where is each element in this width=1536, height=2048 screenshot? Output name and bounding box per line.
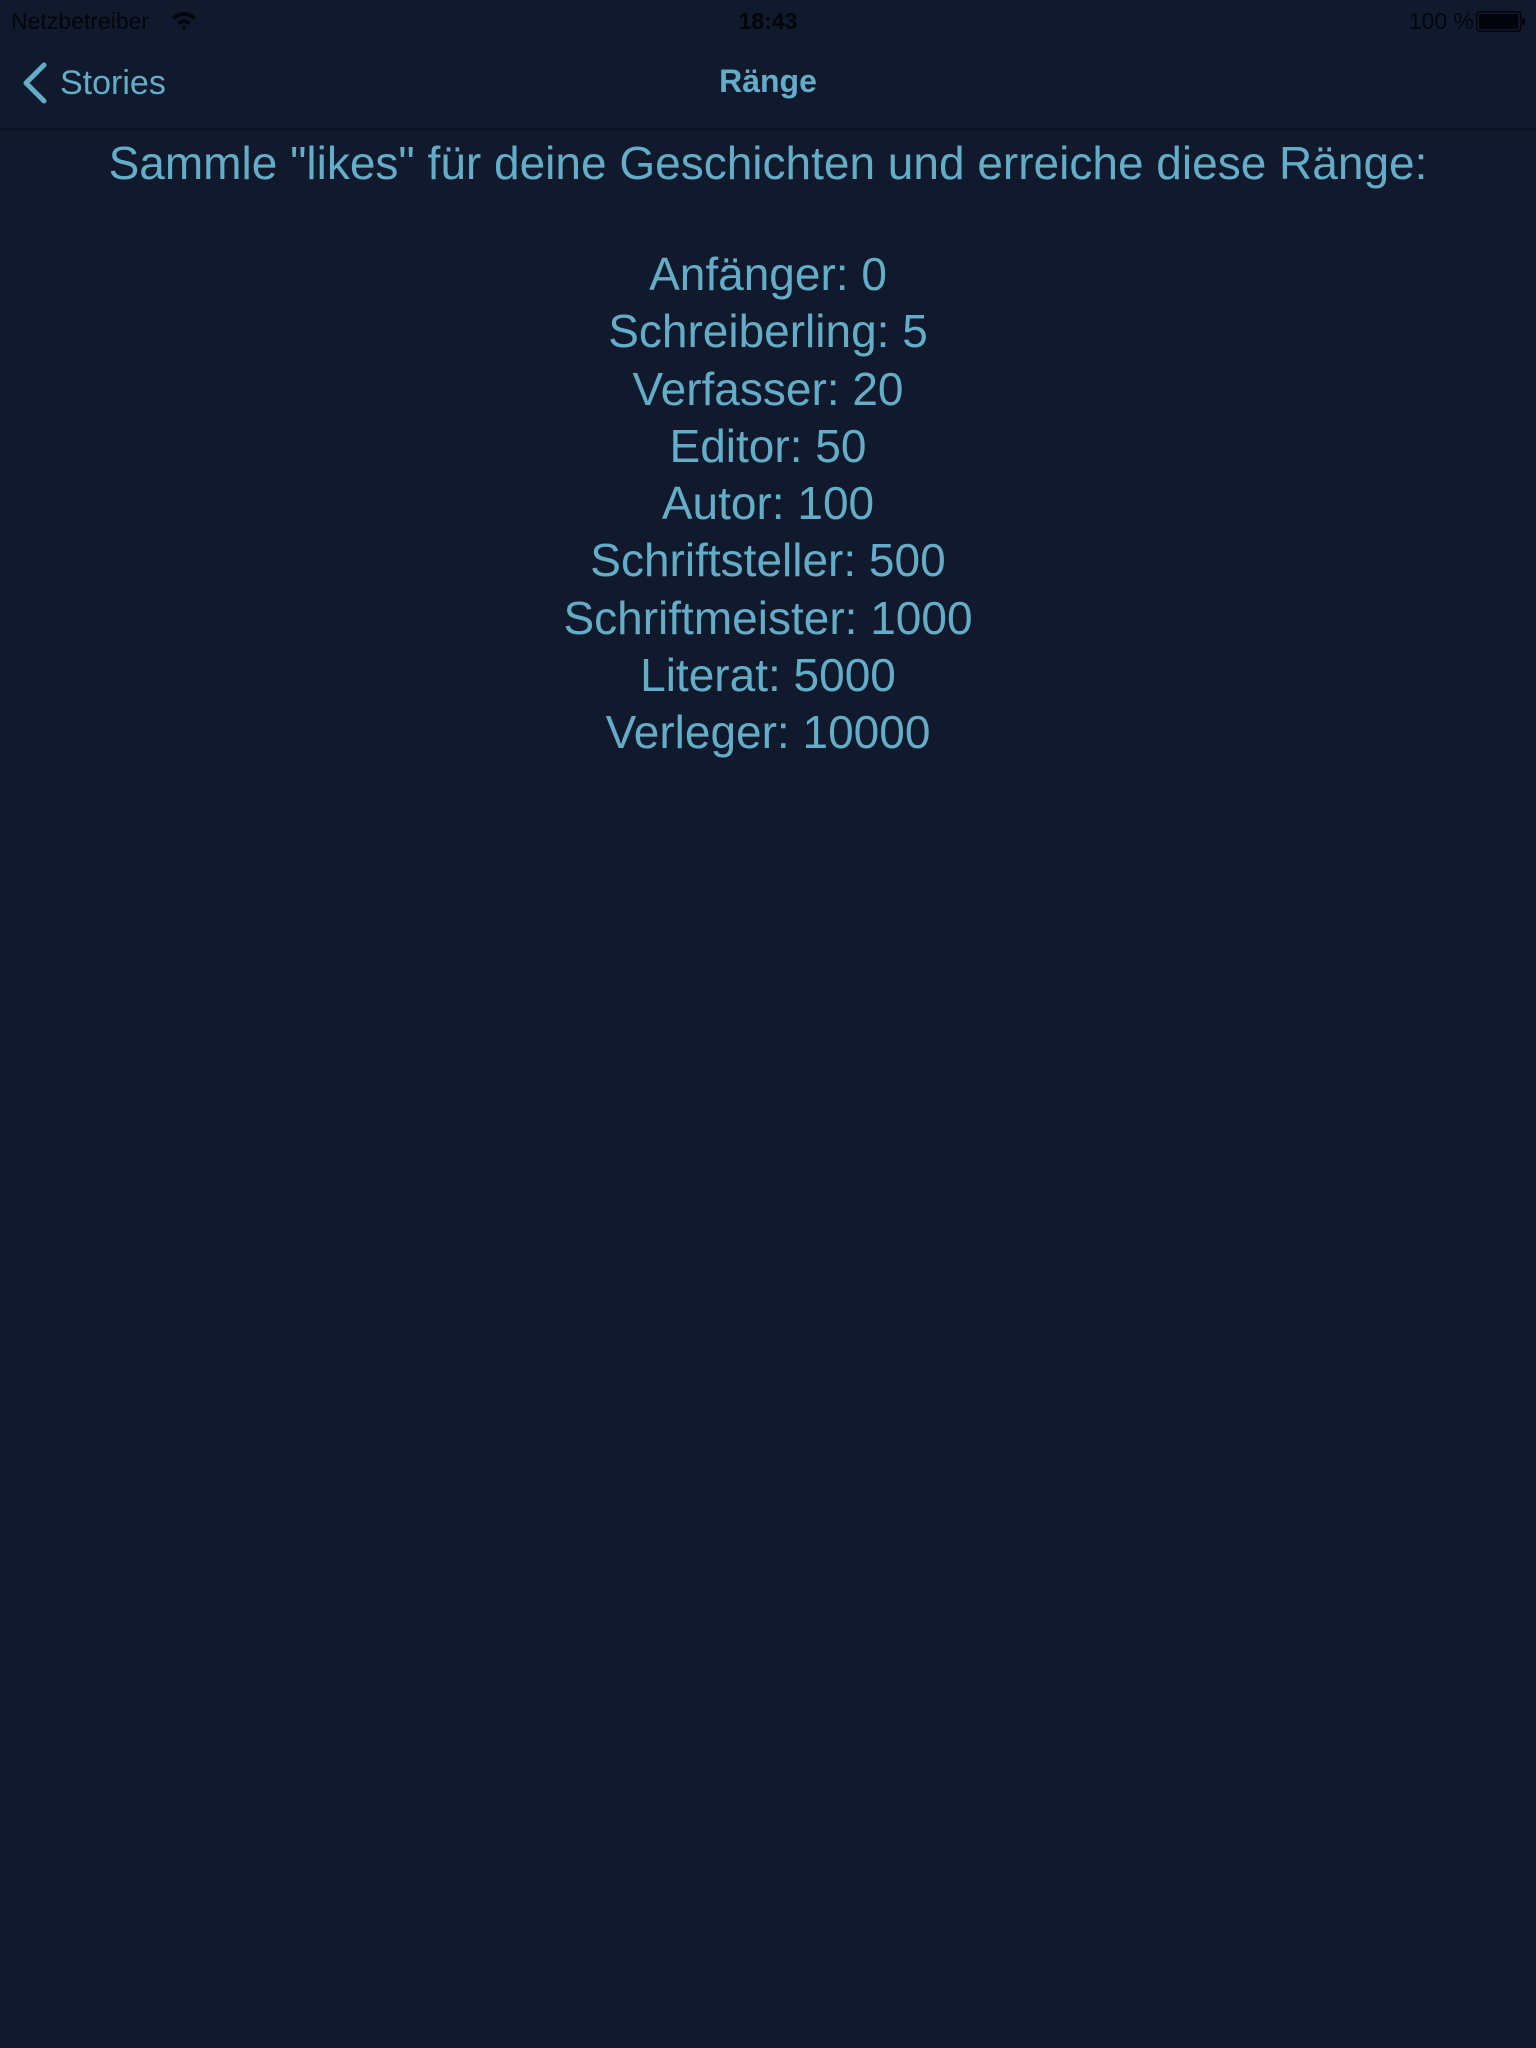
rank-list: Anfänger: 0 Schreiberling: 5 Verfasser: … xyxy=(0,246,1536,762)
rank-item: Literat: 5000 xyxy=(640,649,896,702)
battery-percentage: 100 % xyxy=(1408,8,1474,34)
navigation-bar: Stories Ränge xyxy=(0,40,1536,130)
intro-text: Sammle "likes" für deine Geschichten und… xyxy=(108,137,1428,189)
status-time: 18:43 xyxy=(738,8,798,34)
rank-item: Schreiberling: 5 xyxy=(608,305,928,358)
rank-item: Editor: 50 xyxy=(669,419,867,472)
rank-item: Autor: 100 xyxy=(661,477,875,530)
rank-item: Schriftmeister: 1000 xyxy=(563,591,973,644)
rank-item: Verfasser: 20 xyxy=(632,362,904,415)
ranks-content: Sammle "likes" für deine Geschichten und… xyxy=(0,128,1536,762)
rank-item: Verleger: 10000 xyxy=(605,706,931,759)
battery-full-icon xyxy=(1476,11,1525,32)
ranks-screen: Netzbetreiber 18:43 100 % Stories Ränge … xyxy=(0,0,1536,2048)
rank-item: Schriftsteller: 500 xyxy=(590,534,946,587)
page-title: Ränge xyxy=(719,63,817,99)
rank-item: Anfänger: 0 xyxy=(649,248,887,300)
status-bar: Netzbetreiber 18:43 100 % xyxy=(0,0,1536,40)
